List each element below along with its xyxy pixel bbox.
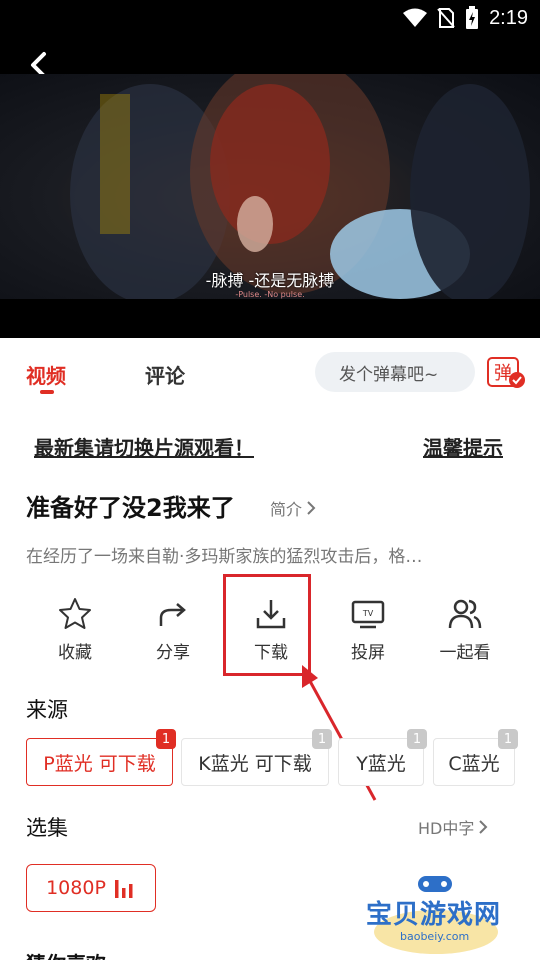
source-chip-label: K蓝光 可下载 <box>198 752 312 775</box>
status-time: 2:19 <box>489 6 528 29</box>
source-badge: 1 <box>407 729 427 749</box>
source-title: 来源 <box>26 698 68 722</box>
tab-comments[interactable]: 评论 <box>145 360 185 389</box>
source-chip-p[interactable]: P蓝光 可下载 1 <box>26 729 176 786</box>
hd-label: HD中字 <box>418 819 475 838</box>
svg-text:TV: TV <box>362 609 374 618</box>
source-chip-k[interactable]: K蓝光 可下载 1 <box>181 729 332 786</box>
tv-cast-icon: TV <box>351 600 385 629</box>
cast-button[interactable]: TV 投屏 <box>323 596 413 663</box>
battery-charging-icon <box>466 6 479 29</box>
status-bar: 2:19 <box>0 0 540 36</box>
watch-together-label: 一起看 <box>439 643 491 663</box>
favorite-button[interactable]: 收藏 <box>30 596 120 663</box>
episode-chip-1080p[interactable]: 1080P <box>26 864 156 912</box>
playing-bars-icon <box>114 880 133 898</box>
danmu-toggle-icon[interactable]: 弹 <box>486 356 526 390</box>
watch-together-button[interactable]: 一起看 <box>420 596 510 663</box>
danmu-placeholder: 发个弹幕吧~ <box>339 364 439 385</box>
episode-label: 1080P <box>46 877 106 899</box>
video-frame: -脉搏 -还是无脉搏 -Pulse. -No pulse. <box>0 74 540 299</box>
intro-link[interactable]: 简介 <box>270 496 316 520</box>
watermark-url: baobeiy.com <box>400 930 470 943</box>
share-button[interactable]: 分享 <box>128 596 218 663</box>
wifi-icon <box>403 8 428 27</box>
chevron-right-icon <box>479 820 488 834</box>
source-chip-label: P蓝光 可下载 <box>43 752 156 775</box>
subtitle-english: -Pulse. -No pulse. <box>235 290 305 299</box>
recommend-section-title: 猜你喜欢 <box>26 948 106 960</box>
source-chip-y[interactable]: Y蓝光 1 <box>338 729 427 786</box>
tabs-bar: 视频 评论 发个弹幕吧~ <box>0 338 540 410</box>
danmu-input[interactable]: 发个弹幕吧~ <box>315 352 475 392</box>
video-scene-image <box>70 74 530 299</box>
source-badge: 1 <box>312 729 332 749</box>
watermark-logo: 宝贝游戏网 baobeiy.com <box>360 872 510 960</box>
annotation-arrow-icon <box>302 665 377 801</box>
notice-tips[interactable]: 温馨提示 <box>423 432 503 461</box>
share-label: 分享 <box>156 643 190 663</box>
star-icon <box>59 598 91 629</box>
video-title: 准备好了没2我来了 <box>26 494 235 522</box>
active-tab-indicator <box>40 390 54 394</box>
source-chip-c[interactable]: C蓝光 1 <box>433 729 518 786</box>
intro-label: 简介 <box>270 500 303 519</box>
video-player[interactable]: 2:19 -脉搏 -还是无脉搏 -Pulse. -No pulse. <box>0 0 540 338</box>
users-icon <box>448 599 482 629</box>
episodes-title: 选集 <box>26 816 68 840</box>
video-description[interactable]: 在经历了一场来自勒·多玛斯家族的猛烈攻击后，格… <box>26 542 496 567</box>
source-badge: 1 <box>156 729 176 749</box>
source-badge: 1 <box>498 729 518 749</box>
tab-video[interactable]: 视频 <box>26 360 66 389</box>
subtitle-chinese: -脉搏 -还是无脉搏 <box>205 271 335 290</box>
share-icon <box>159 603 186 626</box>
watermark-text: 宝贝游戏网 <box>366 900 502 930</box>
notice-switch-source[interactable]: 最新集请切换片源观看！ <box>34 432 254 461</box>
source-chip-label: C蓝光 <box>448 752 500 775</box>
hd-quality-link[interactable]: HD中字 <box>418 815 488 839</box>
source-chip-label: Y蓝光 <box>356 752 406 775</box>
chevron-right-icon <box>307 501 316 515</box>
no-sim-icon <box>437 8 455 28</box>
favorite-label: 收藏 <box>58 643 92 663</box>
